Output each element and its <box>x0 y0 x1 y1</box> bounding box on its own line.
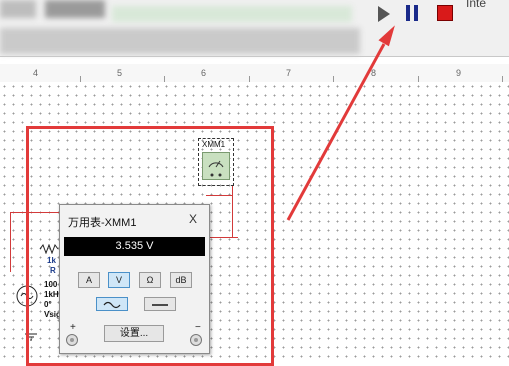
reading-display: 3.535 V <box>64 237 205 256</box>
panel-title: 万用表-XMM1 <box>68 217 137 229</box>
mode-button-voltmeter[interactable]: V <box>108 272 130 288</box>
positive-terminal-icon[interactable] <box>66 334 78 346</box>
multimeter-panel[interactable]: 万用表-XMM1 X 3.535 V A V Ω dB + − 设置... <box>59 204 210 354</box>
mode-button-decibel[interactable]: dB <box>170 272 192 288</box>
negative-terminal-label: − <box>195 322 201 333</box>
close-button[interactable]: X <box>186 212 200 226</box>
ac-wave-icon <box>103 301 121 309</box>
mode-button-ammeter[interactable]: A <box>78 272 100 288</box>
ac-mode-button[interactable] <box>96 297 128 311</box>
positive-terminal-label: + <box>70 322 76 333</box>
mode-button-ohmmeter[interactable]: Ω <box>139 272 161 288</box>
settings-button[interactable]: 设置... <box>104 325 164 342</box>
dc-line-icon <box>152 304 168 306</box>
negative-terminal-icon[interactable] <box>190 334 202 346</box>
dc-mode-button[interactable] <box>144 297 176 311</box>
